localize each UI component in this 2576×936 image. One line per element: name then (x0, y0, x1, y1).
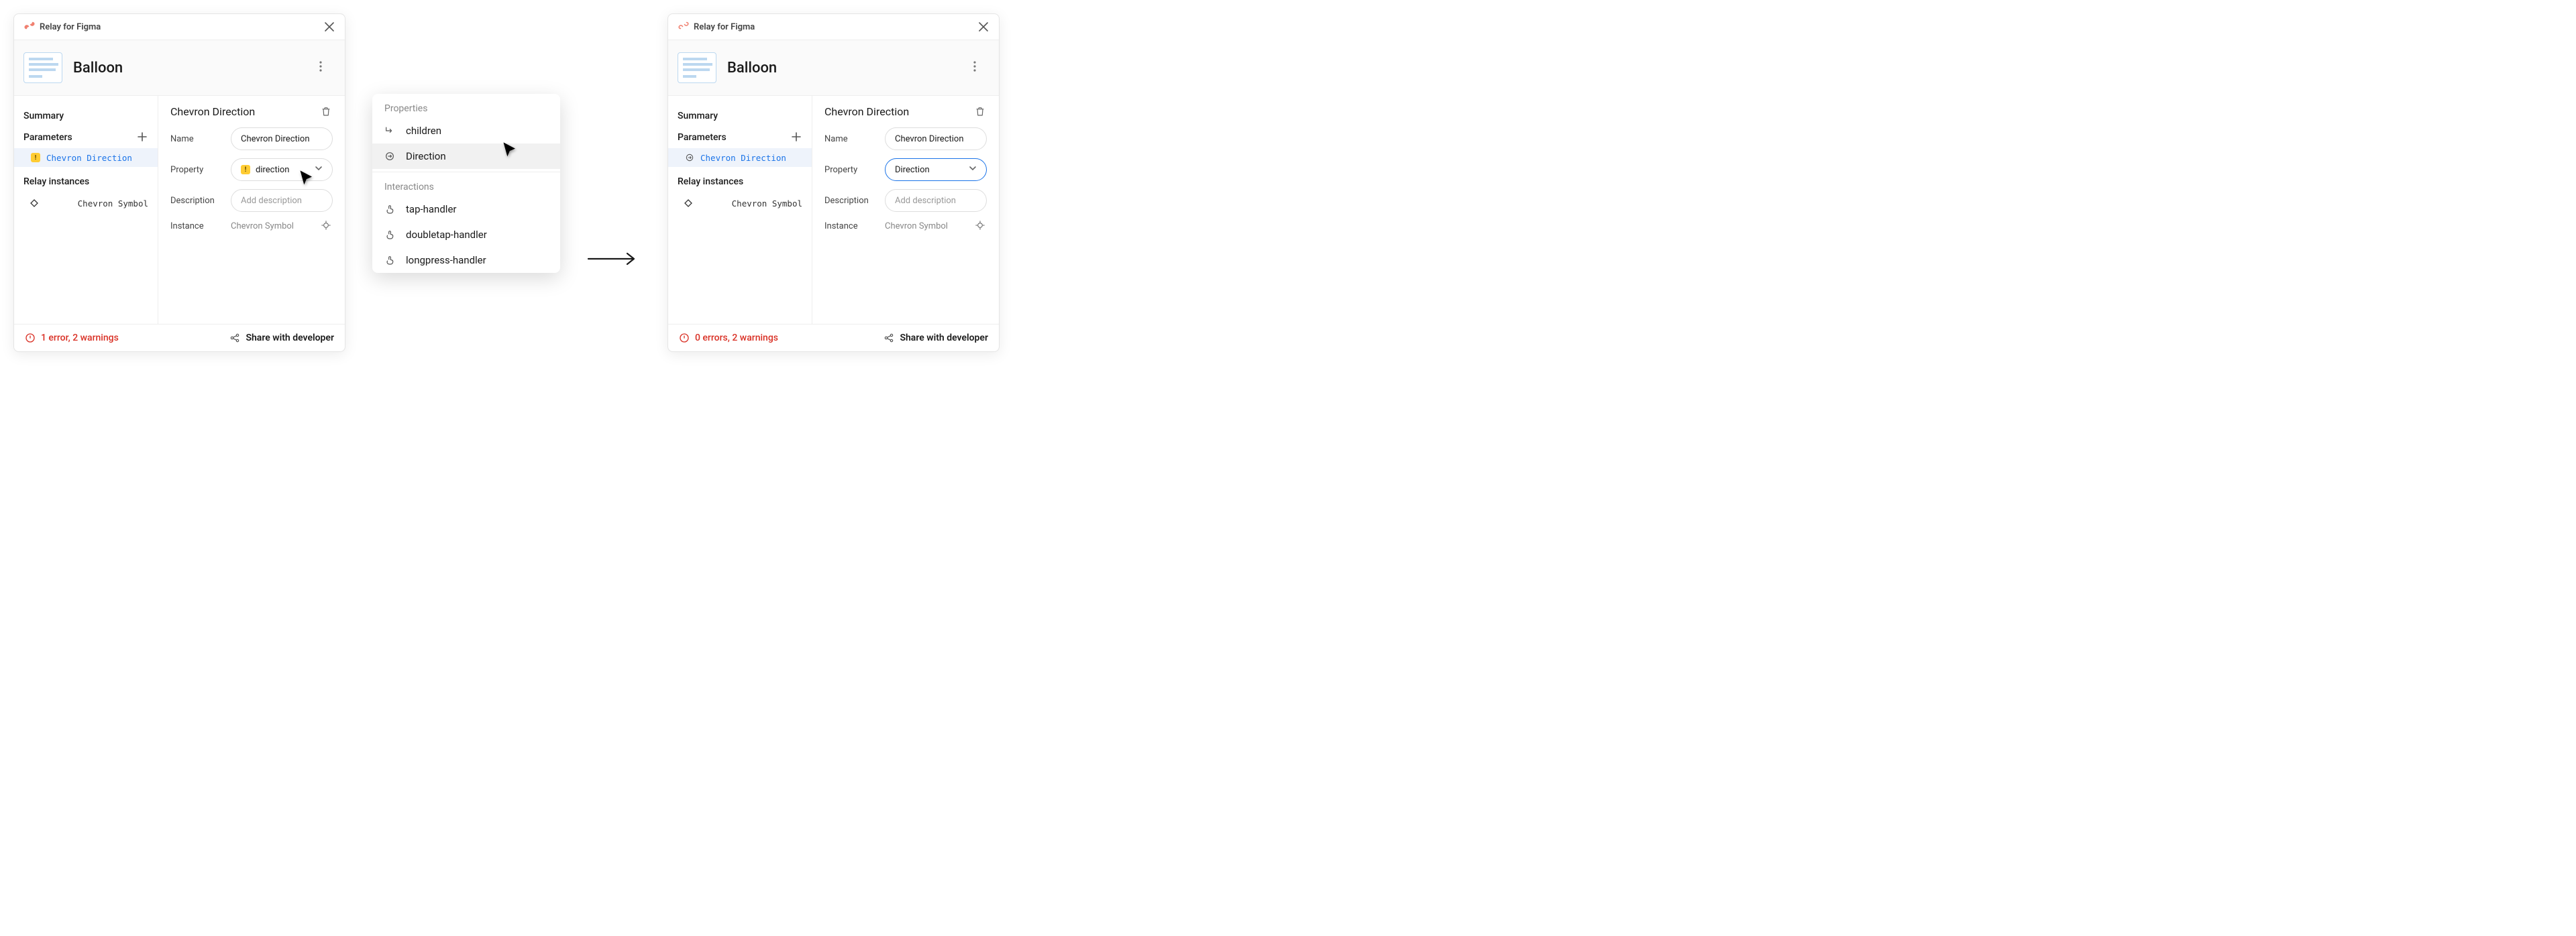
sidebar-param-chevron-direction[interactable]: Chevron Direction (668, 148, 812, 167)
component-thumbnail (678, 52, 716, 83)
menu-item-longpress-handler[interactable]: longpress-handler (372, 247, 560, 273)
sidebar-relay-instances-header: Relay instances (668, 171, 812, 192)
name-input[interactable]: Chevron Direction (885, 127, 987, 150)
instance-value: Chevron Symbol (231, 221, 314, 231)
topbar: Relay for Figma (14, 14, 345, 40)
description-input[interactable]: Add description (231, 189, 333, 212)
topbar: Relay for Figma (668, 14, 999, 40)
share-icon (229, 333, 240, 343)
share-with-developer-button[interactable]: Share with developer (229, 333, 334, 343)
status-errors[interactable]: 0 errors, 2 warnings (679, 333, 778, 343)
target-icon[interactable] (321, 220, 333, 232)
row-property: Property ! direction (170, 158, 333, 181)
app-name: Relay for Figma (694, 22, 755, 32)
direction-icon (384, 150, 396, 162)
kebab-menu-icon[interactable] (319, 61, 333, 74)
row-instance: Instance Chevron Symbol (170, 220, 333, 232)
row-description: Description Add description (824, 189, 987, 212)
property-menu: Properties children Direction Interactio… (372, 94, 560, 273)
sidebar-summary[interactable]: Summary (14, 105, 158, 127)
delete-icon[interactable] (975, 106, 987, 118)
transition-arrow-icon (587, 98, 641, 268)
component-title: Balloon (73, 60, 123, 76)
component-header: Balloon (14, 40, 345, 96)
row-description: Description Add description (170, 189, 333, 212)
plugin-panel-before: Relay for Figma Balloon Summary Paramete… (13, 13, 345, 352)
detail-title: Chevron Direction (170, 105, 255, 118)
diamond-icon (29, 198, 40, 209)
menu-item-direction[interactable]: Direction (372, 143, 560, 169)
target-icon[interactable] (975, 220, 987, 232)
diamond-icon (683, 198, 694, 209)
chevron-down-icon (315, 164, 323, 175)
instance-value: Chevron Symbol (885, 221, 968, 231)
component-title: Balloon (727, 60, 777, 76)
footer: 1 error, 2 warnings Share with developer (14, 324, 345, 351)
row-name: Name Chevron Direction (170, 127, 333, 150)
menu-item-children[interactable]: children (372, 118, 560, 143)
status-errors[interactable]: 1 error, 2 warnings (25, 333, 119, 343)
longpress-icon (384, 254, 396, 266)
close-icon[interactable] (977, 21, 989, 33)
relay-logo-icon (678, 19, 690, 34)
sidebar-instance-chevron-symbol[interactable]: Chevron Symbol (668, 192, 812, 214)
detail-pane: Chevron Direction Name Chevron Direction… (158, 96, 345, 324)
sidebar-parameters-header: Parameters (14, 127, 158, 148)
sidebar-relay-instances-header: Relay instances (14, 171, 158, 192)
add-parameter-icon[interactable] (792, 132, 802, 143)
sidebar-summary[interactable]: Summary (668, 105, 812, 127)
brand: Relay for Figma (23, 19, 101, 34)
footer: 0 errors, 2 warnings Share with develope… (668, 324, 999, 351)
detail-pane: Chevron Direction Name Chevron Direction… (812, 96, 999, 324)
row-instance: Instance Chevron Symbol (824, 220, 987, 232)
menu-item-doubletap-handler[interactable]: doubletap-handler (372, 222, 560, 247)
menu-item-tap-handler[interactable]: tap-handler (372, 196, 560, 222)
relay-logo-icon (23, 19, 36, 34)
tap-icon (384, 203, 396, 215)
close-icon[interactable] (323, 21, 335, 33)
menu-group-properties: Properties (372, 94, 560, 118)
doubletap-icon (384, 229, 396, 241)
row-property: Property Direction (824, 158, 987, 181)
sidebar: Summary Parameters Chevron Direction Rel… (668, 96, 812, 324)
app-name: Relay for Figma (40, 22, 101, 32)
delete-icon[interactable] (321, 106, 333, 118)
sidebar: Summary Parameters ! Chevron Direction R… (14, 96, 158, 324)
property-select[interactable]: ! direction (231, 158, 333, 181)
description-input[interactable]: Add description (885, 189, 987, 212)
property-select[interactable]: Direction (885, 158, 987, 181)
detail-title: Chevron Direction (824, 105, 909, 118)
component-thumbnail (23, 52, 62, 83)
plugin-panel-after: Relay for Figma Balloon Summary Paramete… (667, 13, 1000, 352)
share-with-developer-button[interactable]: Share with developer (883, 333, 988, 343)
share-icon (883, 333, 894, 343)
kebab-menu-icon[interactable] (973, 61, 987, 74)
name-input[interactable]: Chevron Direction (231, 127, 333, 150)
sidebar-parameters-header: Parameters (668, 127, 812, 148)
warning-icon: ! (241, 165, 250, 174)
menu-column: Properties children Direction Interactio… (372, 13, 560, 273)
sidebar-param-chevron-direction[interactable]: ! Chevron Direction (14, 148, 158, 167)
chevron-down-icon (969, 164, 977, 175)
component-header: Balloon (668, 40, 999, 96)
add-parameter-icon[interactable] (138, 132, 148, 143)
error-icon (679, 333, 690, 343)
row-name: Name Chevron Direction (824, 127, 987, 150)
menu-group-interactions: Interactions (372, 172, 560, 196)
sidebar-instance-chevron-symbol[interactable]: Chevron Symbol (14, 192, 158, 214)
direction-icon (684, 152, 695, 163)
warning-icon: ! (30, 152, 41, 163)
brand: Relay for Figma (678, 19, 755, 34)
error-icon (25, 333, 36, 343)
return-arrow-icon (384, 125, 396, 137)
